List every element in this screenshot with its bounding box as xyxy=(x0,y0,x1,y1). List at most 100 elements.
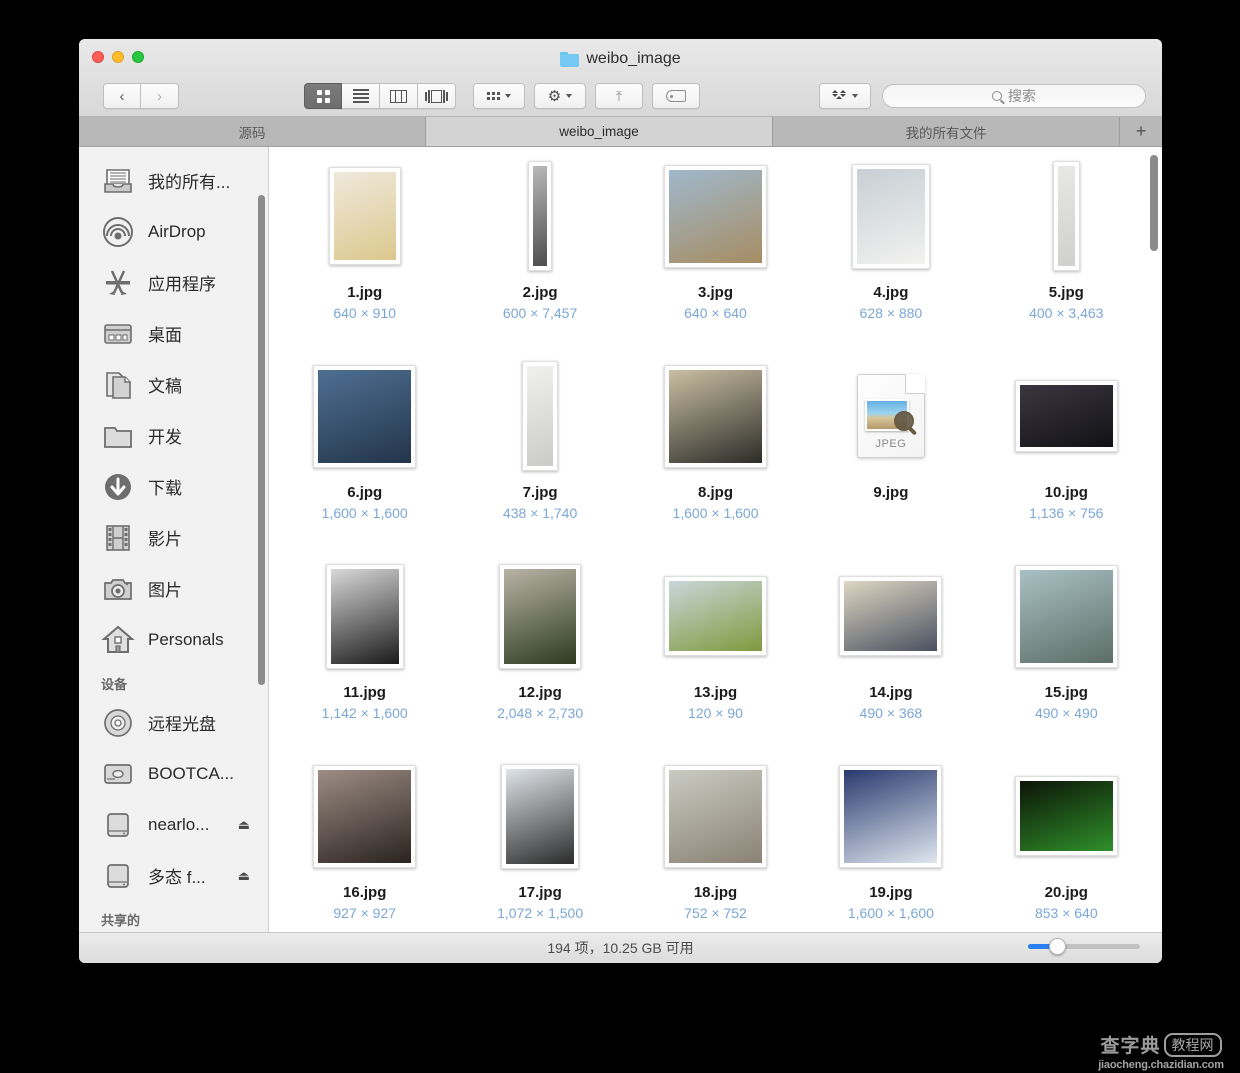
sidebar-item-label: nearlo... xyxy=(148,814,210,834)
sidebar-item-label: 多态 f... xyxy=(148,868,206,887)
sidebar-item-dev-folder[interactable]: 开发 xyxy=(79,410,268,461)
file-item[interactable]: 14.jpg 490 × 368 xyxy=(803,561,978,761)
file-item[interactable]: 12.jpg 2,048 × 2,730 xyxy=(452,561,627,761)
file-item[interactable]: 2.jpg 600 × 7,457 xyxy=(452,161,627,361)
tab-all-my-files[interactable]: 我的所有文件 xyxy=(773,117,1120,146)
dropbox-button[interactable] xyxy=(819,83,871,109)
sidebar-item-label: 文稿 xyxy=(148,377,182,396)
arrange-button[interactable] xyxy=(473,83,525,109)
file-item[interactable]: 17.jpg 1,072 × 1,500 xyxy=(452,761,627,932)
sidebar-item-desktop[interactable]: 桌面 xyxy=(79,308,268,359)
finder-window: weibo_image ‹ › ⚙ ⤒ 搜索 源码 weibo_image 我的… xyxy=(79,39,1162,963)
search-input[interactable]: 搜索 xyxy=(882,84,1146,108)
file-item[interactable]: 3.jpg 640 × 640 xyxy=(628,161,803,361)
file-thumbnail xyxy=(452,161,627,271)
file-thumbnail xyxy=(277,361,452,471)
file-item[interactable]: 4.jpg 628 × 880 xyxy=(803,161,978,361)
file-thumbnail xyxy=(628,561,803,671)
action-menu-button[interactable]: ⚙ xyxy=(534,83,586,109)
file-thumbnail xyxy=(803,761,978,871)
sidebar-item-personals[interactable]: Personals xyxy=(79,614,268,665)
content-scrollbar[interactable] xyxy=(1150,155,1158,251)
file-item[interactable]: JPEG 9.jpg xyxy=(803,361,978,561)
image-preview xyxy=(844,769,938,863)
file-name: 8.jpg xyxy=(697,484,733,501)
column-view-button[interactable] xyxy=(380,83,418,109)
file-dimensions: 752 × 752 xyxy=(684,905,747,922)
sidebar-item-movies[interactable]: 影片 xyxy=(79,512,268,563)
file-item[interactable]: 13.jpg 120 × 90 xyxy=(628,561,803,761)
sidebar-item-nearlock-disk[interactable]: nearlo... ⏏ xyxy=(79,799,268,850)
file-item[interactable]: 8.jpg 1,600 × 1,600 xyxy=(628,361,803,561)
home-icon xyxy=(101,623,135,657)
sidebar-item-all-my-files[interactable]: 我的所有... xyxy=(79,155,268,206)
file-dimensions: 1,142 × 1,600 xyxy=(321,705,408,722)
airdrop-icon xyxy=(101,215,135,249)
sidebar-item-applications[interactable]: 应用程序 xyxy=(79,257,268,308)
image-thumbnail xyxy=(499,563,582,669)
sidebar-item-label: 桌面 xyxy=(148,326,182,345)
sidebar-item-label: 我的所有... xyxy=(148,173,231,192)
file-item[interactable]: 10.jpg 1,136 × 756 xyxy=(979,361,1154,561)
chevron-down-icon xyxy=(852,94,858,98)
sidebar-scrollbar[interactable] xyxy=(258,195,265,685)
file-thumbnail xyxy=(277,161,452,271)
list-view-button[interactable] xyxy=(342,83,380,109)
file-item[interactable]: 7.jpg 438 × 1,740 xyxy=(452,361,627,561)
sidebar-item-remote-disc[interactable]: 远程光盘 xyxy=(79,697,268,748)
file-grid-area[interactable]: 1.jpg 640 × 910 2.jpg 600 × 7,457 3.jpg 640 ×… xyxy=(269,147,1162,932)
sidebar-item-documents[interactable]: 文稿 xyxy=(79,359,268,410)
coverflow-view-button[interactable] xyxy=(418,83,456,109)
tag-button[interactable] xyxy=(652,83,700,109)
file-item[interactable]: 18.jpg 752 × 752 xyxy=(628,761,803,932)
file-item[interactable]: 16.jpg 927 × 927 xyxy=(277,761,452,932)
eject-icon[interactable]: ⏏ xyxy=(238,868,268,884)
file-item[interactable]: 6.jpg 1,600 × 1,600 xyxy=(277,361,452,561)
sidebar-item-label: AirDrop xyxy=(148,221,206,241)
tab-label: weibo_image xyxy=(559,124,639,139)
icon-size-slider[interactable] xyxy=(1028,938,1140,955)
image-preview xyxy=(1019,781,1113,851)
folder-icon xyxy=(101,419,135,453)
sidebar-item-bootcamp[interactable]: BOOTCA... xyxy=(79,748,268,799)
file-thumbnail xyxy=(803,161,978,271)
file-item[interactable]: 15.jpg 490 × 490 xyxy=(979,561,1154,761)
file-dimensions: 1,600 × 1,600 xyxy=(672,505,759,522)
sidebar-item-duotai-disk[interactable]: 多态 f... ⏏ xyxy=(79,850,268,901)
file-dimensions: 438 × 1,740 xyxy=(502,505,578,522)
pictures-icon xyxy=(101,572,135,606)
file-item[interactable]: 5.jpg 400 × 3,463 xyxy=(979,161,1154,361)
file-item[interactable]: 20.jpg 853 × 640 xyxy=(979,761,1154,932)
file-thumbnail xyxy=(803,561,978,671)
window-title-text: weibo_image xyxy=(586,50,681,67)
file-name: 7.jpg xyxy=(522,484,558,501)
slider-knob[interactable] xyxy=(1049,938,1066,955)
image-preview xyxy=(1019,385,1113,447)
sidebar-item-pictures[interactable]: 图片 xyxy=(79,563,268,614)
image-thumbnail xyxy=(1052,161,1080,271)
image-preview xyxy=(533,166,548,266)
forward-button[interactable]: › xyxy=(141,83,179,109)
eject-icon[interactable]: ⏏ xyxy=(238,817,268,833)
image-preview xyxy=(330,568,399,664)
image-preview xyxy=(504,568,577,664)
image-preview xyxy=(318,769,412,863)
file-item[interactable]: 11.jpg 1,142 × 1,600 xyxy=(277,561,452,761)
image-thumbnail xyxy=(839,764,943,868)
file-item[interactable]: 1.jpg 640 × 910 xyxy=(277,161,452,361)
sidebar-section-shared: 共享的 xyxy=(101,913,141,928)
back-button[interactable]: ‹ xyxy=(103,83,141,109)
icon-view-button[interactable] xyxy=(304,83,342,109)
list-icon xyxy=(352,89,369,103)
file-dimensions: 400 × 3,463 xyxy=(1029,305,1104,322)
sidebar-item-airdrop[interactable]: AirDrop xyxy=(79,206,268,257)
sidebar-item-downloads[interactable]: 下载 xyxy=(79,461,268,512)
share-button[interactable]: ⤒ xyxy=(595,83,643,109)
new-tab-button[interactable]: + xyxy=(1120,117,1162,146)
tab-source[interactable]: 源码 xyxy=(79,117,426,146)
image-thumbnail xyxy=(839,576,943,656)
gear-icon: ⚙ xyxy=(547,87,562,105)
tab-weibo-image[interactable]: weibo_image xyxy=(426,117,773,146)
sidebar-item-label: 开发 xyxy=(148,428,182,447)
file-item[interactable]: 19.jpg 1,600 × 1,600 xyxy=(803,761,978,932)
